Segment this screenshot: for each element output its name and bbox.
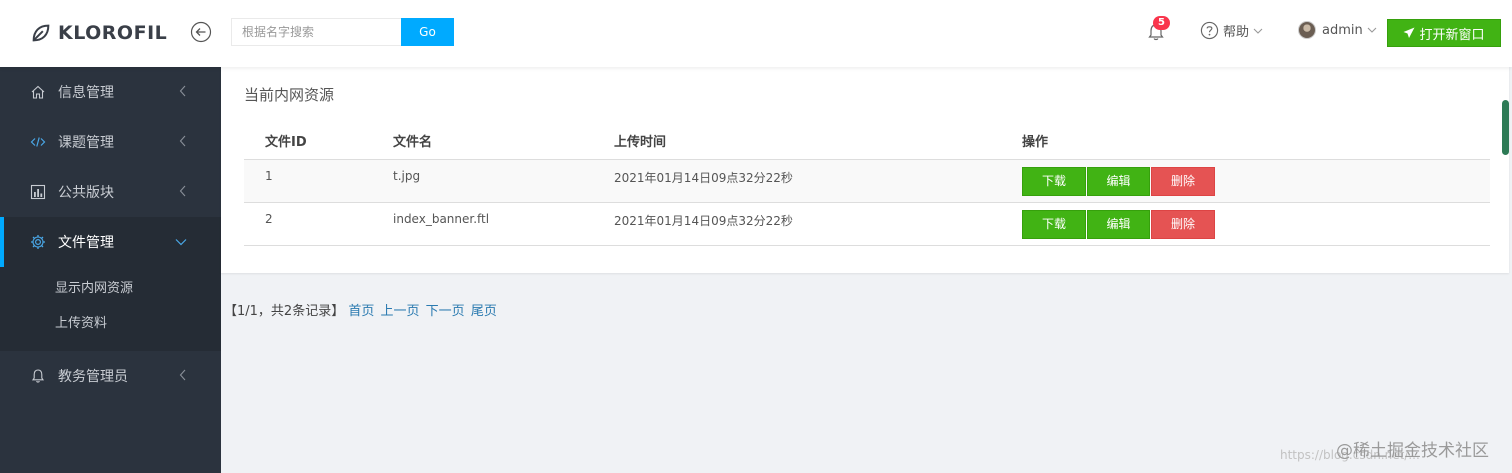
search-go-button[interactable]: Go xyxy=(401,18,454,46)
bar-chart-icon xyxy=(30,184,46,200)
submenu-item-upload[interactable]: 上传资料 xyxy=(0,306,221,341)
cell-actions: 下载 编辑 删除 xyxy=(1001,202,1490,246)
panel-title: 当前内网资源 xyxy=(244,86,335,104)
pagination-first-link[interactable]: 首页 xyxy=(348,304,374,319)
sidebar-item-label: 课题管理 xyxy=(58,135,114,151)
question-circle-icon xyxy=(1200,21,1219,40)
table-row: 1 t.jpg 2021年01月14日09点32分22秒 下载 编辑 删除 xyxy=(244,159,1490,203)
sidebar-item-label: 信息管理 xyxy=(58,85,114,101)
watermark-brand: @稀土掘金技术社区 xyxy=(1336,441,1489,461)
pagination-summary: 【1/1，共2条记录】 xyxy=(224,304,345,319)
cell-file-id: 1 xyxy=(244,159,372,203)
column-header-id: 文件ID xyxy=(244,123,372,160)
sidebar-item-topics[interactable]: 课题管理 xyxy=(0,117,221,167)
home-icon xyxy=(30,84,46,100)
column-header-actions: 操作 xyxy=(1001,123,1490,160)
table-header-row: 文件ID 文件名 上传时间 操作 xyxy=(244,123,1490,160)
cell-upload-time: 2021年01月14日09点32分22秒 xyxy=(593,159,1001,203)
chevron-down-icon xyxy=(1253,28,1263,34)
brand-name: KLOROFIL xyxy=(58,22,168,44)
files-table: 文件ID 文件名 上传时间 操作 1 t.jpg 2021年01月14日09点3… xyxy=(244,123,1490,246)
table-row: 2 index_banner.ftl 2021年01月14日09点32分22秒 … xyxy=(244,202,1490,246)
user-menu[interactable]: admin xyxy=(1298,21,1377,39)
chevron-down-icon xyxy=(1367,27,1377,33)
new-window-label: 打开新窗口 xyxy=(1419,27,1485,43)
avatar xyxy=(1298,21,1316,39)
user-name: admin xyxy=(1322,22,1363,38)
delete-button[interactable]: 删除 xyxy=(1151,209,1215,239)
chevron-left-icon xyxy=(179,369,186,381)
sidebar-item-public[interactable]: 公共版块 xyxy=(0,167,221,217)
sidebar: 信息管理 课题管理 公共版块 文件管理 显示内网资源 上传资料 教务管理员 xyxy=(0,67,221,473)
cell-file-name: index_banner.ftl xyxy=(372,202,593,246)
brand-logo[interactable]: KLOROFIL xyxy=(30,20,167,46)
sidebar-item-files[interactable]: 文件管理 xyxy=(0,217,221,267)
pagination: 【1/1，共2条记录】 首页 上一页 下一页 尾页 xyxy=(224,300,499,319)
edit-button[interactable]: 编辑 xyxy=(1087,166,1150,196)
pagination-prev-link[interactable]: 上一页 xyxy=(381,304,420,319)
gear-icon xyxy=(30,234,46,250)
search-input[interactable] xyxy=(231,18,401,46)
chevron-left-icon xyxy=(179,185,186,197)
top-navbar: KLOROFIL Go 5 帮助 admin 打开新窗口 xyxy=(0,0,1512,67)
sidebar-item-label: 文件管理 xyxy=(58,235,114,251)
column-header-time: 上传时间 xyxy=(593,123,1001,160)
code-icon xyxy=(30,134,46,150)
sidebar-toggle-icon[interactable] xyxy=(190,21,212,43)
notification-badge: 5 xyxy=(1153,16,1170,30)
sidebar-item-info[interactable]: 信息管理 xyxy=(0,67,221,117)
chevron-down-icon xyxy=(175,239,187,246)
download-button[interactable]: 下载 xyxy=(1022,166,1086,196)
cell-file-id: 2 xyxy=(244,202,372,246)
open-new-window-button[interactable]: 打开新窗口 xyxy=(1387,19,1501,47)
leaf-icon xyxy=(32,24,50,42)
sidebar-item-label: 公共版块 xyxy=(58,185,114,201)
scrollbar-thumb[interactable] xyxy=(1502,100,1509,155)
bell-icon xyxy=(30,368,46,384)
download-button[interactable]: 下载 xyxy=(1022,209,1086,239)
search-form: Go xyxy=(231,18,454,46)
help-menu[interactable]: 帮助 xyxy=(1200,21,1267,40)
column-header-name: 文件名 xyxy=(372,123,593,160)
chevron-left-icon xyxy=(179,135,186,147)
paper-plane-icon xyxy=(1403,27,1415,38)
edit-button[interactable]: 编辑 xyxy=(1087,209,1150,239)
delete-button[interactable]: 删除 xyxy=(1151,166,1215,196)
resources-panel: 当前内网资源 文件ID 文件名 上传时间 操作 1 t.jpg 2021年01月… xyxy=(221,67,1509,273)
cell-upload-time: 2021年01月14日09点32分22秒 xyxy=(593,202,1001,246)
pagination-next-link[interactable]: 下一页 xyxy=(426,304,465,319)
cell-actions: 下载 编辑 删除 xyxy=(1001,159,1490,203)
help-label: 帮助 xyxy=(1223,25,1250,40)
files-submenu: 显示内网资源 上传资料 xyxy=(0,267,221,351)
pagination-last-link[interactable]: 尾页 xyxy=(471,304,497,319)
sidebar-item-label: 教务管理员 xyxy=(58,369,128,385)
cell-file-name: t.jpg xyxy=(372,159,593,203)
sidebar-item-academic-admin[interactable]: 教务管理员 xyxy=(0,351,221,401)
chevron-left-icon xyxy=(179,85,186,97)
submenu-item-show-intranet[interactable]: 显示内网资源 xyxy=(0,271,221,306)
